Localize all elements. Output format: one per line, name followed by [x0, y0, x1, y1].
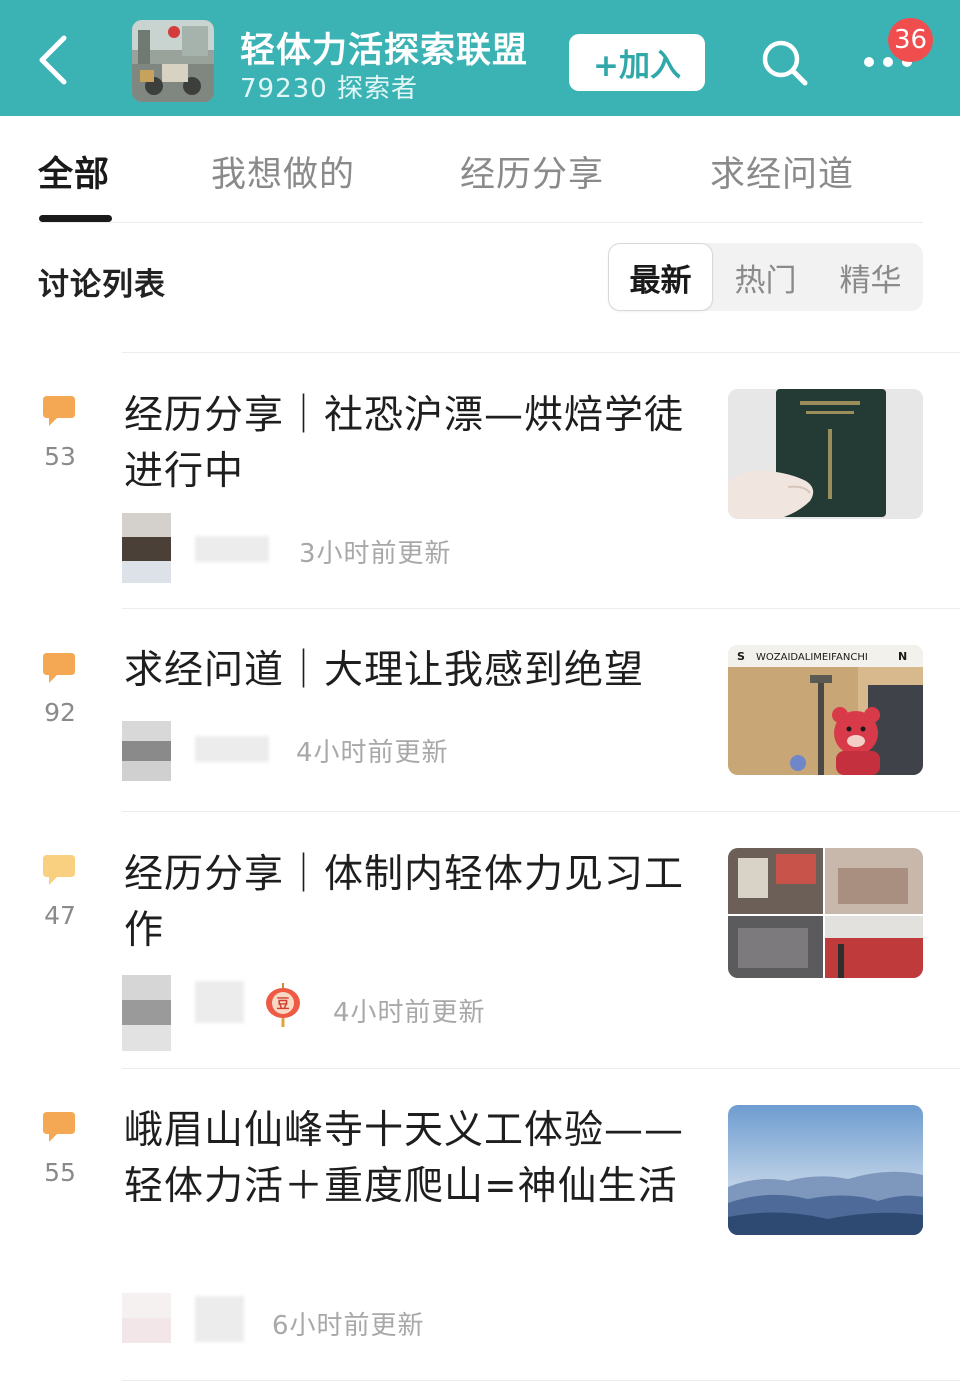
author-avatar[interactable]	[122, 513, 171, 583]
post-thumbnail[interactable]	[728, 1105, 923, 1235]
passport-photo	[728, 389, 923, 519]
member-count: 79230 探索者	[240, 74, 418, 104]
comment-bubble-icon	[43, 653, 75, 683]
chevron-left-icon	[39, 35, 67, 85]
tabs-divider	[38, 222, 923, 223]
notification-badge: 36	[888, 18, 934, 62]
author-avatar[interactable]	[122, 721, 171, 781]
comment-count: 47	[44, 901, 76, 930]
tab-all[interactable]: 全部	[38, 146, 110, 197]
group-avatar[interactable]	[132, 20, 214, 102]
back-button[interactable]	[28, 30, 78, 90]
post-thumbnail[interactable]	[728, 848, 923, 978]
post-thumbnail[interactable]: S WOZAIDALIMEIFANCHI N	[728, 645, 923, 775]
divider	[122, 1380, 960, 1381]
search-icon	[762, 40, 808, 86]
sort-featured[interactable]: 精华	[818, 243, 923, 311]
group-name: 轻体力活探索联盟	[240, 31, 529, 71]
post-title[interactable]: 经历分享｜社恐沪漂—烘焙学徒进行中	[124, 388, 694, 500]
post-item[interactable]: 55 峨眉山仙峰寺十天义工体验——轻体力活＋重度爬山=神仙生活 6小时前更新	[0, 1068, 960, 1380]
comment-bubble-icon	[43, 855, 75, 885]
sort-latest[interactable]: 最新	[608, 243, 713, 311]
post-item[interactable]: 53 经历分享｜社恐沪漂—烘焙学徒进行中 3小时前更新	[0, 352, 960, 608]
author-name[interactable]	[195, 536, 269, 562]
author-name[interactable]	[195, 736, 269, 762]
author-name[interactable]	[195, 981, 244, 1023]
thumbnail-sign-text: WOZAIDALIMEIFANCHI	[756, 652, 868, 663]
dou-badge-text: 豆	[276, 997, 289, 1012]
update-time: 4小时前更新	[296, 738, 449, 768]
author-name[interactable]	[195, 1296, 244, 1342]
comment-bubble-icon	[43, 396, 75, 426]
collage-photo	[728, 848, 923, 978]
update-time: 3小时前更新	[299, 539, 452, 569]
dou-lantern-icon: 豆	[266, 983, 300, 1027]
active-tab-indicator	[39, 215, 112, 222]
comment-count: 55	[44, 1158, 76, 1187]
post-item[interactable]: 92 求经问道｜大理让我感到绝望 4小时前更新 S WOZAIDALIMEIFA…	[0, 608, 960, 811]
post-title[interactable]: 求经问道｜大理让我感到绝望	[124, 643, 694, 699]
search-button[interactable]	[758, 36, 810, 88]
sort-segmented-control: 最新 热门 精华	[608, 243, 923, 311]
author-avatar[interactable]	[122, 1293, 171, 1343]
update-time: 6小时前更新	[272, 1311, 425, 1341]
mountain-photo	[728, 1105, 923, 1235]
bear-plush-photo: S WOZAIDALIMEIFANCHI N	[728, 645, 923, 775]
sort-hot[interactable]: 热门	[713, 243, 818, 311]
discussion-list-title: 讨论列表	[38, 267, 166, 303]
comment-count: 92	[44, 698, 76, 727]
join-button[interactable]: +加入	[569, 34, 705, 91]
update-time: 4小时前更新	[333, 998, 486, 1028]
group-avatar-image	[132, 20, 214, 102]
thumbnail-letter-left: S	[737, 650, 745, 663]
post-title[interactable]: 峨眉山仙峰寺十天义工体验——轻体力活＋重度爬山=神仙生活	[124, 1103, 694, 1215]
thumbnail-letter-right: N	[898, 650, 907, 663]
tab-bar: 全部 我想做的 经历分享 求经问道	[0, 116, 960, 224]
comment-bubble-icon	[43, 1112, 75, 1142]
tab-want-to-do[interactable]: 我想做的	[211, 146, 355, 197]
tab-ask-advice[interactable]: 求经问道	[710, 146, 854, 197]
post-title[interactable]: 经历分享｜体制内轻体力见习工作	[124, 847, 694, 959]
top-bar: 轻体力活探索联盟 79230 探索者 +加入 36	[0, 0, 960, 116]
author-avatar[interactable]	[122, 975, 171, 1051]
tab-experience-sharing[interactable]: 经历分享	[460, 146, 604, 197]
post-item[interactable]: 47 经历分享｜体制内轻体力见习工作 豆 4小时前更新	[0, 811, 960, 1068]
comment-count: 53	[44, 442, 76, 471]
post-thumbnail[interactable]	[728, 389, 923, 519]
